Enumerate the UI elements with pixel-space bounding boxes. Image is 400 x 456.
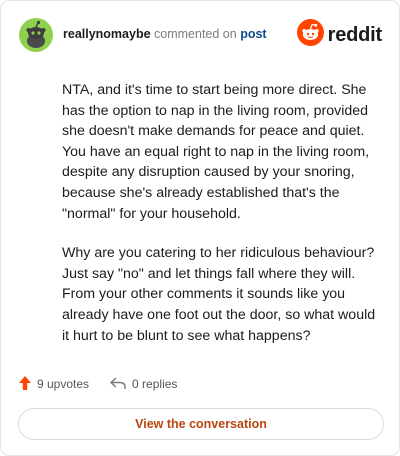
upvote-button[interactable]: 9 upvotes xyxy=(18,375,89,394)
comment-embed-card: reallynomaybe commented on post reddit N… xyxy=(0,0,400,456)
reddit-logo-icon xyxy=(296,19,324,51)
view-conversation-button[interactable]: View the conversation xyxy=(18,408,384,440)
upvote-arrow-icon xyxy=(18,375,37,394)
reply-button[interactable]: 0 replies xyxy=(109,376,177,393)
comment-actions: 9 upvotes 0 replies xyxy=(18,373,197,395)
comment-byline: reallynomaybe commented on post xyxy=(63,27,267,41)
comment-body: NTA, and it's time to start being more d… xyxy=(62,80,382,365)
commented-on-text: commented on xyxy=(154,27,237,41)
comment-paragraph: NTA, and it's time to start being more d… xyxy=(62,82,370,222)
reply-count: 0 replies xyxy=(132,377,178,391)
post-link[interactable]: post xyxy=(240,27,266,41)
snoo-avatar-icon[interactable] xyxy=(19,18,53,52)
reddit-wordmark: reddit xyxy=(327,23,383,46)
upvote-count: 9 upvotes xyxy=(37,377,90,391)
comment-username[interactable]: reallynomaybe xyxy=(63,27,151,41)
comment-paragraph: Why are you catering to her ridiculous b… xyxy=(62,245,376,344)
comment-header: reallynomaybe commented on post reddit xyxy=(15,15,385,55)
reply-arrow-icon xyxy=(109,376,132,393)
reddit-logo[interactable]: reddit xyxy=(296,19,383,51)
